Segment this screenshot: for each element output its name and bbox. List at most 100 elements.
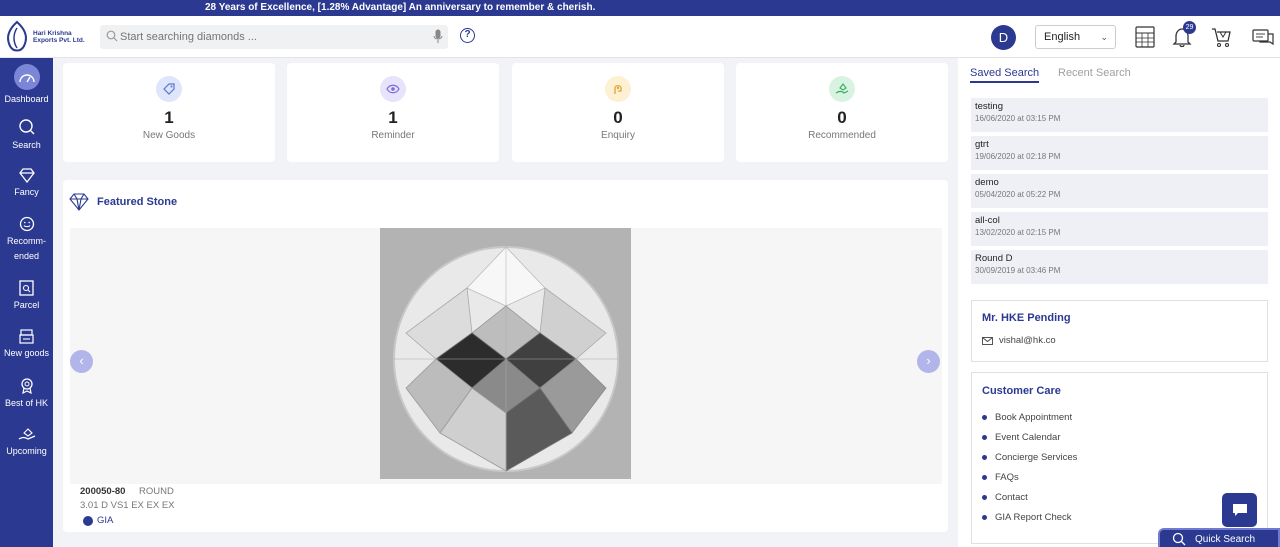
sidebar-label-dashboard: Dashboard: [4, 94, 49, 104]
new-goods-icon: [19, 329, 34, 344]
saved-search-item[interactable]: gtrt 19/06/2020 at 02:18 PM: [971, 136, 1268, 170]
diamond-photo: [393, 246, 619, 472]
sidebar-label-best-of-hk: Best of HK: [4, 398, 49, 408]
stone-lab-label: GIA: [97, 515, 114, 526]
tag-icon: [156, 76, 182, 102]
account-manager-email[interactable]: vishal@hk.co: [982, 335, 1056, 346]
saved-search-item[interactable]: testing 16/06/2020 at 03:15 PM: [971, 98, 1268, 132]
saved-search-item[interactable]: all-col 13/02/2020 at 02:15 PM: [971, 212, 1268, 246]
care-link-gia-report-check[interactable]: GIA Report Check: [982, 512, 1072, 523]
stone-image[interactable]: [380, 228, 631, 479]
help-icon[interactable]: ?: [460, 28, 475, 43]
stat-card-recommended[interactable]: 0 Recommended: [736, 63, 948, 162]
search-icon: [106, 30, 118, 42]
account-manager-name: Mr. HKE Pending: [982, 312, 1071, 324]
hand-icon: [18, 428, 35, 440]
email-text: vishal@hk.co: [999, 335, 1056, 346]
calculator-icon[interactable]: [1134, 26, 1156, 48]
stat-label: Enquiry: [601, 130, 635, 141]
user-avatar[interactable]: D: [991, 25, 1016, 50]
top-bar: Hari Krishna Exports Pvt. Ltd. ? D Engli…: [0, 16, 1280, 58]
bullet-icon: [982, 515, 987, 520]
stone-lab[interactable]: GIA: [83, 515, 113, 526]
stone-id[interactable]: 200050-80: [80, 486, 125, 497]
sidebar-item-dashboard[interactable]: Dashboard: [0, 64, 53, 107]
care-link-faqs[interactable]: FAQs: [982, 472, 1019, 483]
diamond-icon: [18, 168, 35, 183]
saved-search-item[interactable]: demo 05/04/2020 at 05:22 PM: [971, 174, 1268, 208]
featured-stone-panel: Featured Stone ‹ › 200050-80 ROUND 3.01 …: [63, 180, 948, 532]
care-link-label: GIA Report Check: [995, 512, 1072, 523]
care-link-label: Concierge Services: [995, 452, 1078, 463]
notification-count-badge: 29: [1183, 21, 1196, 34]
saved-search-date: 30/09/2019 at 03:46 PM: [975, 266, 1061, 275]
chat-bubble-icon: [1232, 503, 1247, 516]
saved-search-date: 13/02/2020 at 02:15 PM: [975, 228, 1061, 237]
cart-icon[interactable]: [1210, 26, 1232, 48]
tab-recent-search[interactable]: Recent Search: [1058, 67, 1131, 79]
stat-value: 0: [837, 108, 847, 127]
bullet-icon: [982, 455, 987, 460]
bullet-icon: [982, 475, 987, 480]
stat-card-reminder[interactable]: 1 Reminder: [287, 63, 499, 162]
ribbon-icon: [20, 378, 33, 394]
sidebar-item-search[interactable]: Search: [0, 118, 53, 153]
saved-search-name: testing: [975, 101, 1003, 112]
sidebar-item-upcoming[interactable]: Upcoming: [0, 427, 53, 459]
account-manager-card: Mr. HKE Pending vishal@hk.co: [971, 300, 1268, 362]
featured-stone-title: Featured Stone: [97, 196, 178, 208]
care-link-label: Book Appointment: [995, 412, 1073, 423]
care-link-event-calendar[interactable]: Event Calendar: [982, 432, 1060, 443]
saved-search-item[interactable]: Round D 30/09/2019 at 03:46 PM: [971, 250, 1268, 284]
sidebar-label-upcoming: Upcoming: [6, 446, 47, 456]
stone-description: 3.01 D VS1 EX EX EX: [80, 500, 175, 511]
stat-card-new-goods[interactable]: 1 New Goods: [63, 63, 275, 162]
company-logo[interactable]: Hari Krishna Exports Pvt. Ltd.: [4, 20, 89, 54]
stat-label: New Goods: [142, 130, 196, 141]
stat-value: 1: [164, 108, 174, 127]
smile-icon: [19, 216, 34, 232]
quick-search-button[interactable]: Quick Search: [1158, 528, 1280, 547]
tab-saved-search[interactable]: Saved Search: [970, 67, 1040, 83]
sidebar-item-new-goods[interactable]: New goods: [0, 329, 53, 361]
care-link-concierge-services[interactable]: Concierge Services: [982, 452, 1077, 463]
enquiry-hand-icon: [605, 76, 631, 102]
lab-dot-icon: [83, 515, 93, 526]
care-link-book-appointment[interactable]: Book Appointment: [982, 412, 1072, 423]
language-select[interactable]: English ⌄: [1035, 25, 1116, 49]
sidebar-label-parcel: Parcel: [13, 300, 40, 310]
saved-search-name: all-col: [975, 215, 1000, 226]
messages-icon[interactable]: [1252, 26, 1274, 48]
banner-text: 28 Years of Excellence, [1.28% Advantage…: [205, 2, 596, 13]
stat-card-enquiry[interactable]: 0 Enquiry: [512, 63, 724, 162]
stat-label: Reminder: [371, 130, 415, 141]
carousel-prev-button[interactable]: ‹: [70, 350, 93, 373]
logo-text: Hari Krishna Exports Pvt. Ltd.: [33, 30, 85, 44]
customer-care-title: Customer Care: [982, 385, 1061, 397]
announcement-banner: 28 Years of Excellence, [1.28% Advantage…: [0, 0, 1280, 16]
stone-shape: ROUND: [139, 486, 174, 497]
carousel-next-button[interactable]: ›: [917, 350, 940, 373]
care-link-label: Contact: [995, 492, 1028, 503]
stat-value: 0: [613, 108, 623, 127]
search-input[interactable]: [120, 28, 420, 46]
microphone-icon[interactable]: [433, 29, 443, 44]
right-panel: Saved Search Recent Search testing 16/06…: [958, 58, 1280, 547]
sidebar-label-search: Search: [12, 140, 41, 150]
stat-label: Recommended: [808, 130, 876, 141]
bullet-icon: [982, 415, 987, 420]
recommend-hand-icon: [829, 76, 855, 102]
bullet-icon: [982, 495, 987, 500]
saved-search-date: 16/06/2020 at 03:15 PM: [975, 114, 1061, 123]
sidebar-item-recommended[interactable]: Recomm-ended: [0, 216, 53, 264]
sidebar-item-best-of-hk[interactable]: Best of HK: [0, 378, 53, 411]
sidebar-item-parcel[interactable]: Parcel: [0, 280, 53, 313]
diamond-search-bar[interactable]: [100, 25, 448, 49]
sidebar-item-fancy[interactable]: Fancy: [0, 168, 53, 200]
saved-search-date: 05/04/2020 at 05:22 PM: [975, 190, 1061, 199]
care-link-contact[interactable]: Contact: [982, 492, 1028, 503]
sidebar: Dashboard Search Fancy Recomm-ended Parc…: [0, 58, 53, 547]
chat-button[interactable]: [1222, 493, 1257, 527]
logo-mark-icon: [7, 20, 27, 52]
dashboard-icon: [18, 74, 35, 83]
